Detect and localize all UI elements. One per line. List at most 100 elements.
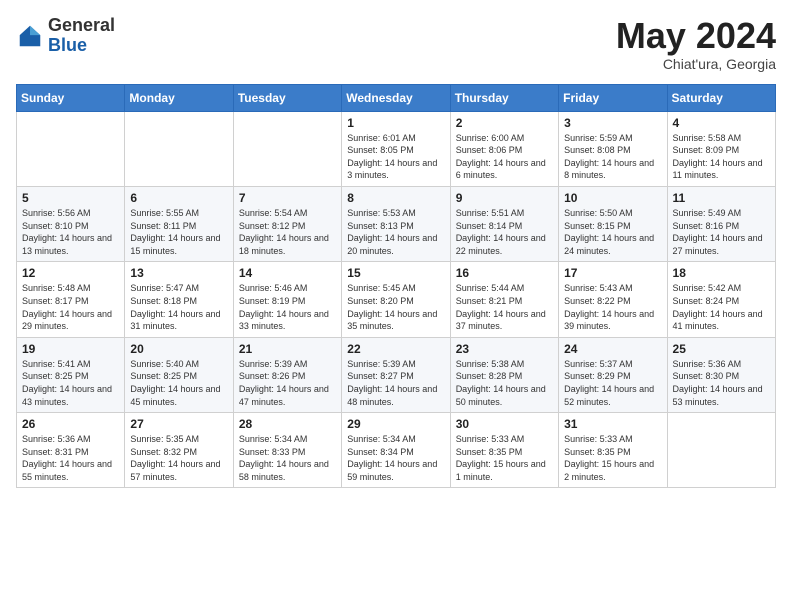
day-number: 15 (347, 266, 444, 280)
day-number: 29 (347, 417, 444, 431)
cell-content: Sunrise: 5:56 AM Sunset: 8:10 PM Dayligh… (22, 207, 119, 257)
day-number: 13 (130, 266, 227, 280)
logo-icon (16, 22, 44, 50)
logo-general-text: General (48, 15, 115, 35)
cell-content: Sunrise: 5:49 AM Sunset: 8:16 PM Dayligh… (673, 207, 770, 257)
cell-content: Sunrise: 5:35 AM Sunset: 8:32 PM Dayligh… (130, 433, 227, 483)
cell-content: Sunrise: 5:53 AM Sunset: 8:13 PM Dayligh… (347, 207, 444, 257)
calendar-cell: 23 Sunrise: 5:38 AM Sunset: 8:28 PM Dayli… (450, 337, 558, 412)
cell-content: Sunrise: 5:41 AM Sunset: 8:25 PM Dayligh… (22, 358, 119, 408)
calendar-cell: 28 Sunrise: 5:34 AM Sunset: 8:33 PM Dayli… (233, 413, 341, 488)
day-number: 4 (673, 116, 770, 130)
weekday-header-friday: Friday (559, 84, 667, 111)
cell-content: Sunrise: 5:38 AM Sunset: 8:28 PM Dayligh… (456, 358, 553, 408)
logo-blue-text: Blue (48, 35, 87, 55)
day-number: 18 (673, 266, 770, 280)
calendar-cell: 26Sunrise: 5:36 AM Sunset: 8:31 PM Dayli… (17, 413, 125, 488)
calendar-cell: 12 Sunrise: 5:48 AM Sunset: 8:17 PM Dayli… (17, 262, 125, 337)
calendar-cell: 19 Sunrise: 5:41 AM Sunset: 8:25 PM Dayli… (17, 337, 125, 412)
cell-content: Sunrise: 5:42 AM Sunset: 8:24 PM Dayligh… (673, 282, 770, 332)
calendar-cell (667, 413, 775, 488)
title-block: May 2024 Chiat'ura, Georgia (616, 16, 776, 72)
calendar-cell: 5 Sunrise: 5:56 AM Sunset: 8:10 PM Daylig… (17, 186, 125, 261)
calendar-cell: 14Sunrise: 5:46 AM Sunset: 8:19 PM Dayli… (233, 262, 341, 337)
day-number: 10 (564, 191, 661, 205)
cell-content: Sunrise: 5:34 AM Sunset: 8:33 PM Dayligh… (239, 433, 336, 483)
cell-content: Sunrise: 5:58 AM Sunset: 8:09 PM Dayligh… (673, 132, 770, 182)
cell-content: Sunrise: 5:33 AM Sunset: 8:35 PM Dayligh… (564, 433, 661, 483)
day-number: 7 (239, 191, 336, 205)
calendar-cell: 27 Sunrise: 5:35 AM Sunset: 8:32 PM Dayli… (125, 413, 233, 488)
day-number: 17 (564, 266, 661, 280)
day-number: 27 (130, 417, 227, 431)
weekday-header-thursday: Thursday (450, 84, 558, 111)
calendar-cell: 4 Sunrise: 5:58 AM Sunset: 8:09 PM Daylig… (667, 111, 775, 186)
calendar-cell: 31 Sunrise: 5:33 AM Sunset: 8:35 PM Dayli… (559, 413, 667, 488)
day-number: 16 (456, 266, 553, 280)
calendar-cell: 11 Sunrise: 5:49 AM Sunset: 8:16 PM Dayli… (667, 186, 775, 261)
calendar-week-5: 26Sunrise: 5:36 AM Sunset: 8:31 PM Dayli… (17, 413, 776, 488)
weekday-header-tuesday: Tuesday (233, 84, 341, 111)
calendar-cell: 22Sunrise: 5:39 AM Sunset: 8:27 PM Dayli… (342, 337, 450, 412)
weekday-header-wednesday: Wednesday (342, 84, 450, 111)
calendar-week-2: 5 Sunrise: 5:56 AM Sunset: 8:10 PM Daylig… (17, 186, 776, 261)
cell-content: Sunrise: 5:39 AM Sunset: 8:26 PM Dayligh… (239, 358, 336, 408)
calendar-cell: 3 Sunrise: 5:59 AM Sunset: 8:08 PM Daylig… (559, 111, 667, 186)
calendar-cell (233, 111, 341, 186)
day-number: 19 (22, 342, 119, 356)
calendar-cell: 10 Sunrise: 5:50 AM Sunset: 8:15 PM Dayli… (559, 186, 667, 261)
cell-content: Sunrise: 5:36 AM Sunset: 8:31 PM Dayligh… (22, 433, 119, 483)
calendar-cell: 24Sunrise: 5:37 AM Sunset: 8:29 PM Dayli… (559, 337, 667, 412)
weekday-header-row: SundayMondayTuesdayWednesdayThursdayFrid… (17, 84, 776, 111)
day-number: 21 (239, 342, 336, 356)
day-number: 30 (456, 417, 553, 431)
day-number: 22 (347, 342, 444, 356)
cell-content: Sunrise: 5:33 AM Sunset: 8:35 PM Dayligh… (456, 433, 553, 483)
calendar-cell: 29 Sunrise: 5:34 AM Sunset: 8:34 PM Dayli… (342, 413, 450, 488)
day-number: 20 (130, 342, 227, 356)
cell-content: Sunrise: 5:40 AM Sunset: 8:25 PM Dayligh… (130, 358, 227, 408)
cell-content: Sunrise: 5:45 AM Sunset: 8:20 PM Dayligh… (347, 282, 444, 332)
day-number: 14 (239, 266, 336, 280)
cell-content: Sunrise: 6:01 AM Sunset: 8:05 PM Dayligh… (347, 132, 444, 182)
weekday-header-saturday: Saturday (667, 84, 775, 111)
calendar-cell: 18 Sunrise: 5:42 AM Sunset: 8:24 PM Dayli… (667, 262, 775, 337)
day-number: 5 (22, 191, 119, 205)
day-number: 1 (347, 116, 444, 130)
weekday-header-monday: Monday (125, 84, 233, 111)
weekday-header-sunday: Sunday (17, 84, 125, 111)
page-header: General Blue May 2024 Chiat'ura, Georgia (16, 16, 776, 72)
calendar-cell (125, 111, 233, 186)
day-number: 31 (564, 417, 661, 431)
cell-content: Sunrise: 5:59 AM Sunset: 8:08 PM Dayligh… (564, 132, 661, 182)
cell-content: Sunrise: 5:50 AM Sunset: 8:15 PM Dayligh… (564, 207, 661, 257)
day-number: 24 (564, 342, 661, 356)
calendar-week-4: 19 Sunrise: 5:41 AM Sunset: 8:25 PM Dayli… (17, 337, 776, 412)
calendar-cell: 17 Sunrise: 5:43 AM Sunset: 8:22 PM Dayli… (559, 262, 667, 337)
day-number: 12 (22, 266, 119, 280)
day-number: 3 (564, 116, 661, 130)
calendar-cell: 9Sunrise: 5:51 AM Sunset: 8:14 PM Daylig… (450, 186, 558, 261)
calendar-cell: 2 Sunrise: 6:00 AM Sunset: 8:06 PM Daylig… (450, 111, 558, 186)
cell-content: Sunrise: 5:48 AM Sunset: 8:17 PM Dayligh… (22, 282, 119, 332)
day-number: 11 (673, 191, 770, 205)
calendar-cell (17, 111, 125, 186)
cell-content: Sunrise: 5:43 AM Sunset: 8:22 PM Dayligh… (564, 282, 661, 332)
calendar-cell: 15 Sunrise: 5:45 AM Sunset: 8:20 PM Dayli… (342, 262, 450, 337)
cell-content: Sunrise: 5:34 AM Sunset: 8:34 PM Dayligh… (347, 433, 444, 483)
calendar-week-3: 12 Sunrise: 5:48 AM Sunset: 8:17 PM Dayli… (17, 262, 776, 337)
cell-content: Sunrise: 5:44 AM Sunset: 8:21 PM Dayligh… (456, 282, 553, 332)
calendar-cell: 30 Sunrise: 5:33 AM Sunset: 8:35 PM Dayli… (450, 413, 558, 488)
calendar-cell: 21 Sunrise: 5:39 AM Sunset: 8:26 PM Dayli… (233, 337, 341, 412)
day-number: 28 (239, 417, 336, 431)
day-number: 23 (456, 342, 553, 356)
calendar-cell: 13 Sunrise: 5:47 AM Sunset: 8:18 PM Dayli… (125, 262, 233, 337)
month-title: May 2024 (616, 16, 776, 56)
cell-content: Sunrise: 5:55 AM Sunset: 8:11 PM Dayligh… (130, 207, 227, 257)
location: Chiat'ura, Georgia (616, 56, 776, 72)
cell-content: Sunrise: 5:54 AM Sunset: 8:12 PM Dayligh… (239, 207, 336, 257)
cell-content: Sunrise: 5:47 AM Sunset: 8:18 PM Dayligh… (130, 282, 227, 332)
cell-content: Sunrise: 6:00 AM Sunset: 8:06 PM Dayligh… (456, 132, 553, 182)
day-number: 2 (456, 116, 553, 130)
calendar-cell: 6Sunrise: 5:55 AM Sunset: 8:11 PM Daylig… (125, 186, 233, 261)
